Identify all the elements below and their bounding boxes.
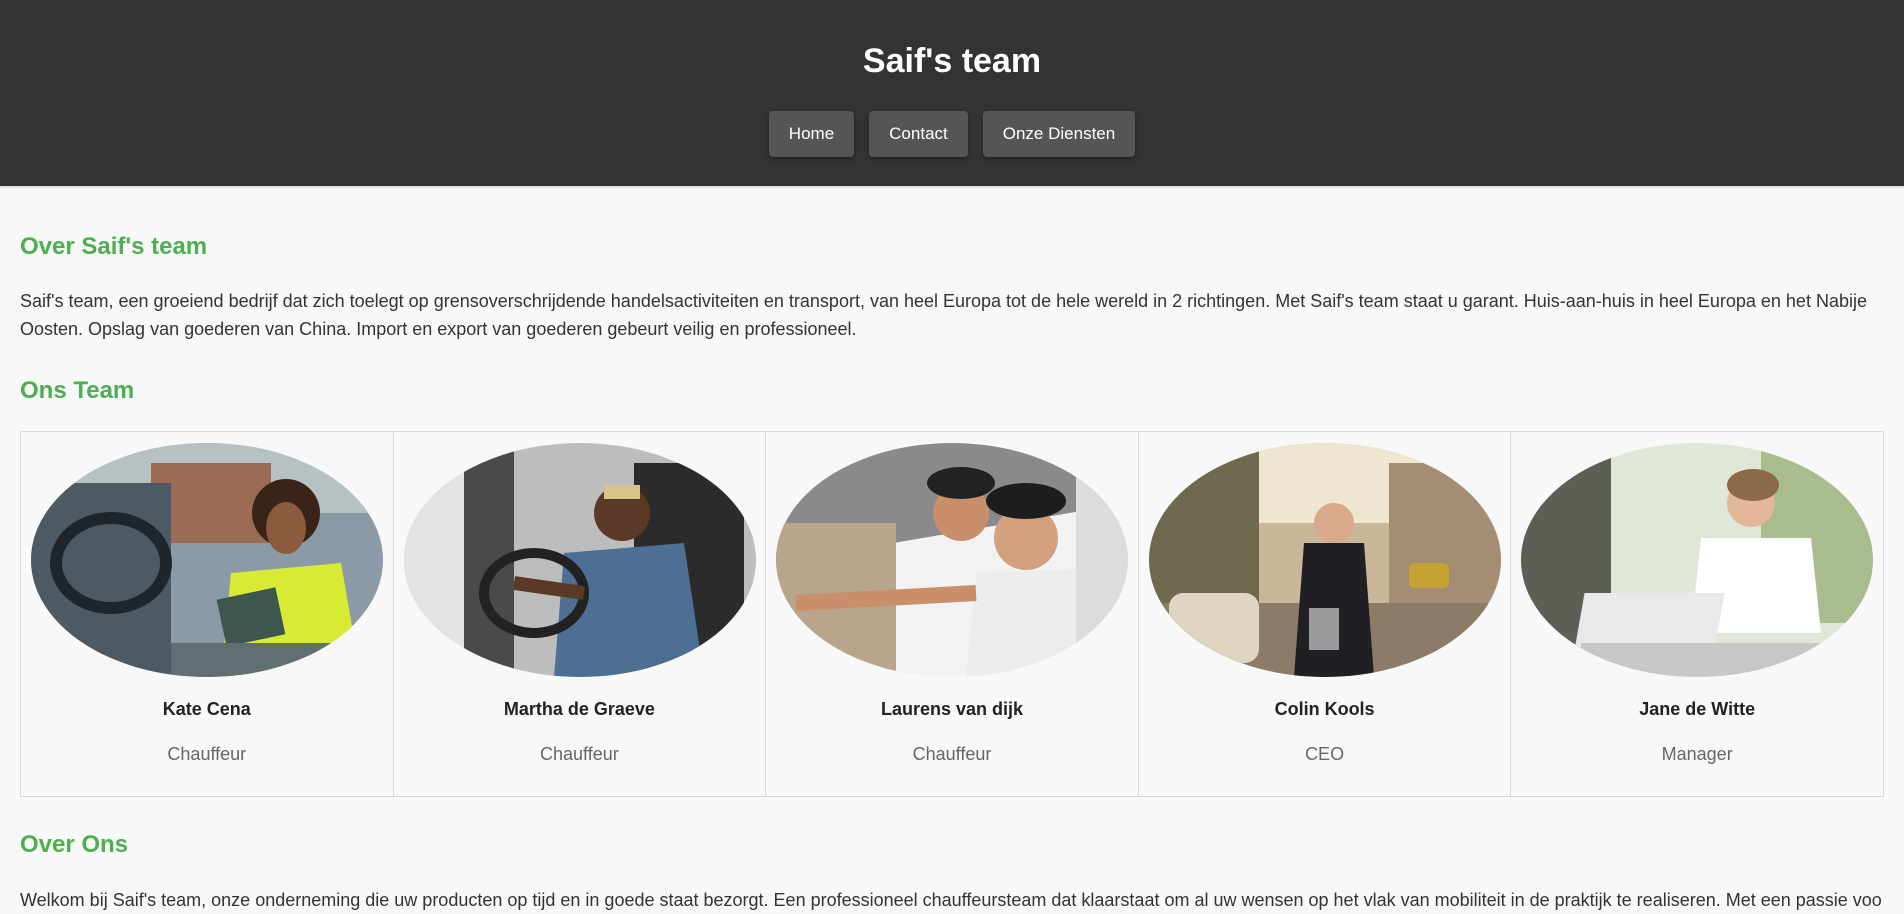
member-role: CEO — [1305, 744, 1345, 764]
team-grid: Kate Cena Chauffeur Martha de Graeve Cha… — [20, 431, 1884, 797]
about-heading: Over Saif's team — [20, 233, 208, 260]
team-member-card: Jane de Witte Manager — [1511, 432, 1883, 796]
member-photo — [776, 443, 1129, 677]
member-role: Chauffeur — [167, 744, 247, 764]
about-text: Saif's team, een groeiend bedrijf dat zi… — [20, 291, 1867, 339]
member-photo — [1521, 443, 1874, 677]
member-role: Chauffeur — [540, 744, 619, 764]
team-member-card: Martha de Graeve Chauffeur — [394, 432, 767, 796]
nav-services-button[interactable]: Onze Diensten — [982, 111, 1136, 157]
member-name: Jane de Witte — [1639, 699, 1756, 719]
nav-contact-button[interactable]: Contact — [869, 111, 968, 157]
main-nav: Home Contact Onze Diensten — [0, 111, 1904, 157]
site-title: Saif's team — [862, 42, 1042, 80]
member-photo — [403, 443, 756, 677]
member-name: Martha de Graeve — [503, 699, 655, 719]
team-member-card: Laurens van dijk Chauffeur — [766, 432, 1139, 796]
over-ons-text: Welkom bij Saif's team, onze onderneming… — [20, 890, 1882, 910]
site-header: Saif's team Home Contact Onze Diensten — [0, 0, 1904, 188]
team-member-card: Colin Kools CEO — [1139, 432, 1512, 796]
member-role: Chauffeur — [912, 744, 992, 764]
team-member-card: Kate Cena Chauffeur — [21, 432, 394, 796]
nav-home-button[interactable]: Home — [768, 111, 855, 157]
team-heading: Ons Team — [20, 377, 135, 404]
member-name: Kate Cena — [162, 699, 251, 719]
over-ons-heading: Over Ons — [20, 831, 129, 858]
member-photo — [31, 443, 383, 677]
member-role: Manager — [1661, 744, 1733, 764]
member-name: Colin Kools — [1274, 699, 1375, 719]
member-name: Laurens van dijk — [880, 699, 1024, 719]
member-photo — [1148, 443, 1501, 677]
